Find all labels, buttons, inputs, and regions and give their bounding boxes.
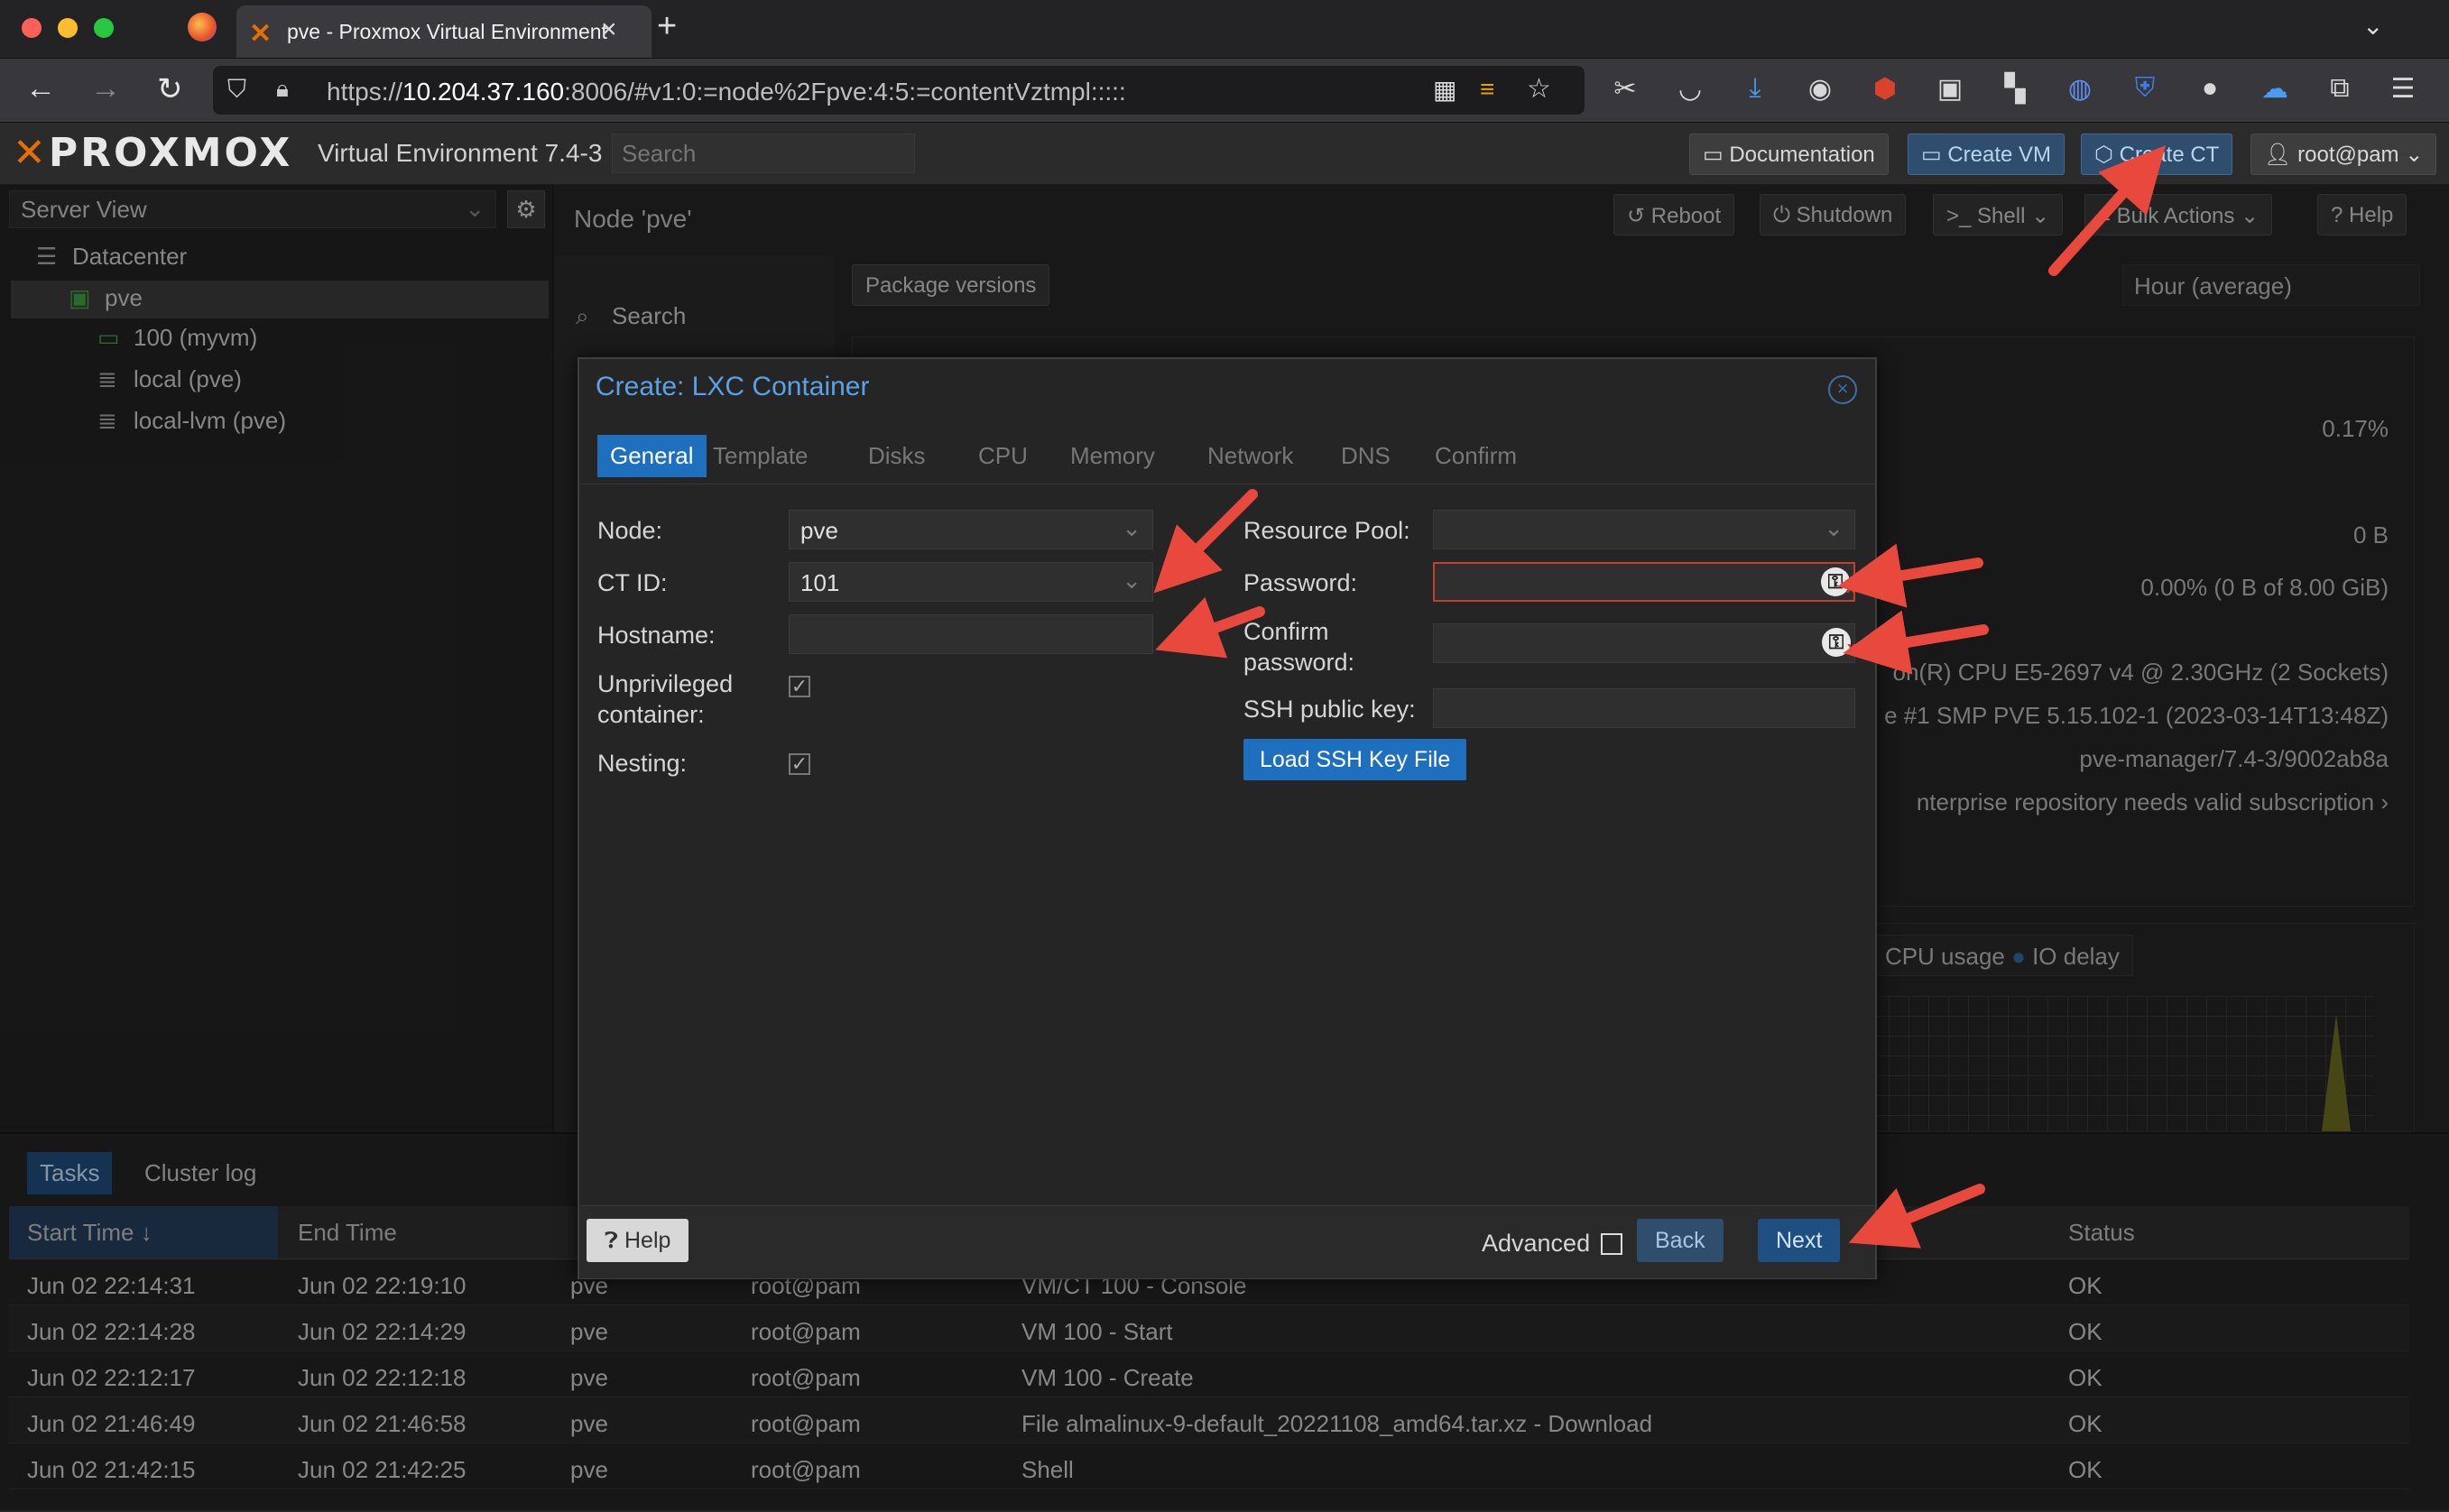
arrow-password	[1837, 543, 1983, 608]
arrow-ctid	[1153, 489, 1258, 594]
arrow-next	[1848, 1184, 1985, 1249]
arrow-hostname	[1155, 596, 1265, 659]
arrow-create-ct	[2048, 145, 2166, 276]
annotation-arrows	[1153, 145, 2166, 1249]
arrow-confirm-password	[1843, 610, 1989, 675]
